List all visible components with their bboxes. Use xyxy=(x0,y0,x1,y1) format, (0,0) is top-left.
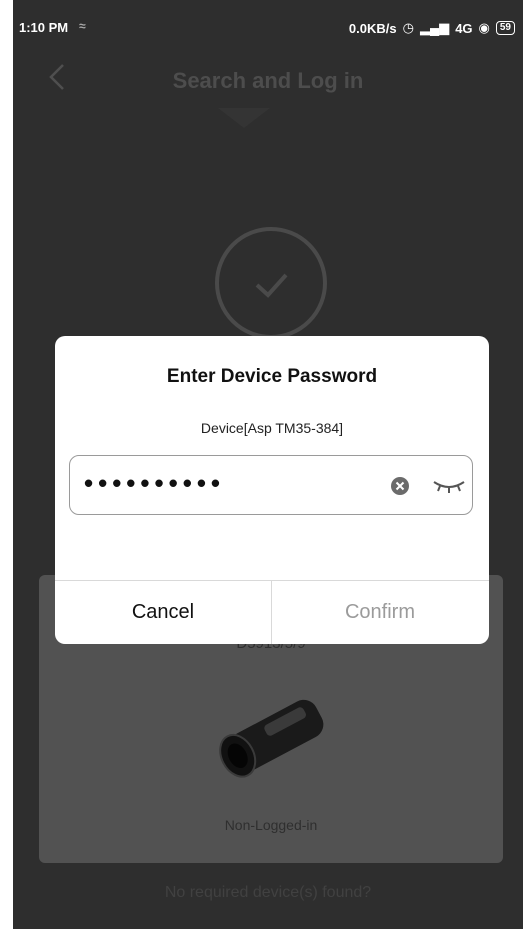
battery-level: 59 xyxy=(499,22,511,33)
header-notch xyxy=(218,108,270,128)
signal-icon: ▂▄▆ xyxy=(419,20,450,35)
no-device-found-link[interactable]: No required device(s) found? xyxy=(13,884,523,902)
network-speed: 0.0KB/s xyxy=(348,20,397,36)
status-indicators: 0.0KB/s ◷ ▂▄▆ 4G ◉ 59 xyxy=(349,20,515,36)
confirm-button[interactable]: Confirm xyxy=(272,581,488,644)
device-status: Non-Logged-in xyxy=(224,817,318,833)
thermal-camera-image xyxy=(219,699,324,778)
status-bar: 1:10 PM ≈ 0.0KB/s ◷ ▂▄▆ 4G ◉ 59 xyxy=(13,0,523,44)
eye-closed-icon[interactable] xyxy=(432,478,466,494)
clear-icon[interactable] xyxy=(390,476,410,496)
password-dialog: Enter Device Password Device[Asp TM35-38… xyxy=(55,336,489,644)
dialog-title: Enter Device Password xyxy=(166,366,378,387)
alarm-icon: ◷ xyxy=(402,20,414,35)
password-input[interactable]: •••••••••• xyxy=(69,455,473,515)
hotspot-icon: ≈ xyxy=(79,19,86,33)
password-value: •••••••••• xyxy=(84,468,226,498)
status-time: 1:10 PM xyxy=(19,20,69,35)
wifi-icon: ◉ xyxy=(478,20,490,35)
app-screen: 1:10 PM ≈ 0.0KB/s ◷ ▂▄▆ 4G ◉ 59 Search a… xyxy=(13,0,523,929)
battery-icon: 59 xyxy=(495,21,515,35)
check-circle-icon xyxy=(215,227,327,339)
device-name-label: Device[Asp TM35-384] xyxy=(200,420,344,436)
network-type: 4G xyxy=(455,20,473,36)
cancel-button[interactable]: Cancel xyxy=(55,581,271,644)
page-title: Search and Log in xyxy=(172,68,364,93)
